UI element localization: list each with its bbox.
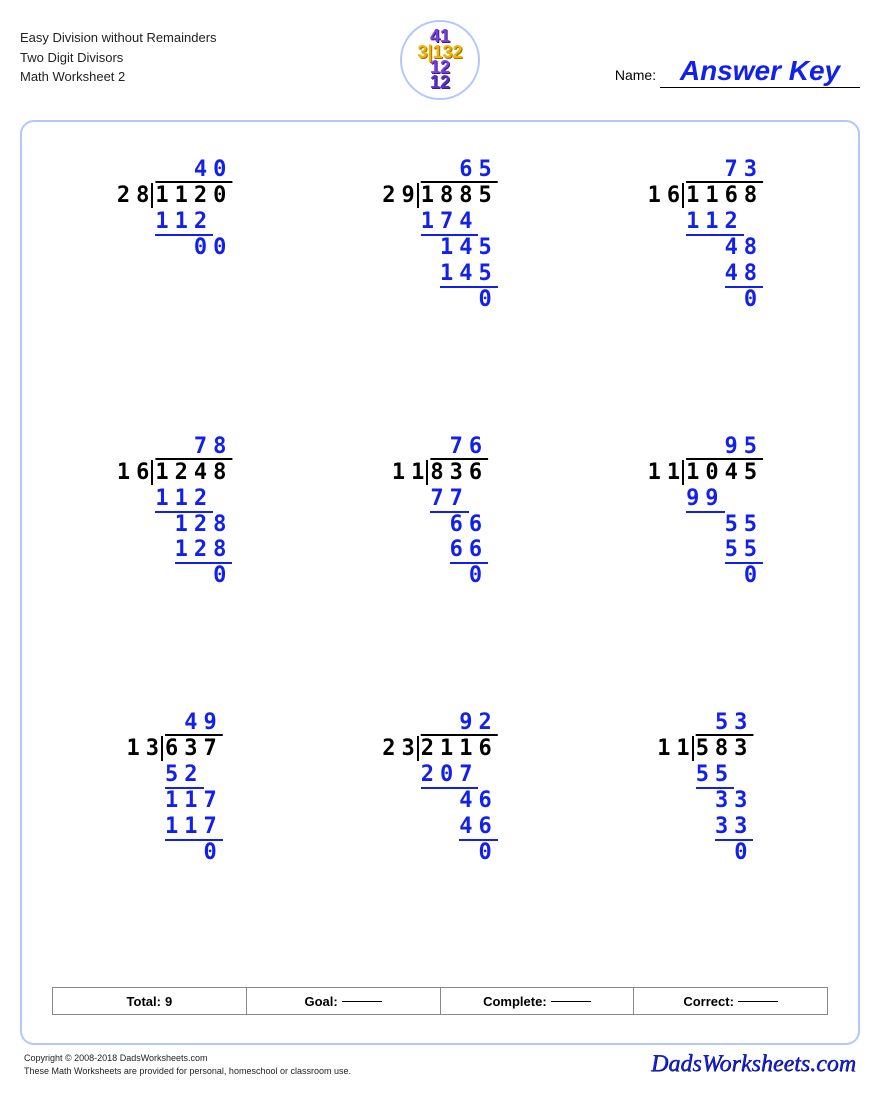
long-division: 4913637 52 117 117 0: [127, 710, 223, 866]
problem-9: 5311583 55 33 33 0: [583, 700, 828, 977]
problem-3: 73161168 112 48 48 0: [583, 147, 828, 424]
long-division: 95111045 99 55 55 0: [648, 434, 764, 590]
title-line-1: Easy Division without Remainders: [20, 28, 217, 48]
title-block: Easy Division without Remainders Two Dig…: [20, 20, 217, 87]
stats-bar: Total: 9 Goal: Complete: Correct:: [52, 987, 828, 1015]
long-division: 5311583 55 33 33 0: [657, 710, 753, 866]
name-field: Name: Answer Key: [615, 20, 860, 88]
problem-6: 95111045 99 55 55 0: [583, 424, 828, 701]
worksheet-badge-icon: 41 3|132 12 12: [400, 20, 480, 100]
long-division: 40281120 112 00: [117, 157, 233, 261]
problem-4: 78161248 112 128 128 0: [52, 424, 297, 701]
answer-key-text: Answer Key: [672, 55, 848, 88]
long-division: 73161168 112 48 48 0: [648, 157, 764, 313]
title-line-3: Math Worksheet 2: [20, 67, 217, 87]
total-cell: Total: 9: [52, 988, 246, 1014]
long-division: 92232116 207 46 46 0: [382, 710, 498, 866]
correct-cell: Correct:: [633, 988, 828, 1014]
problem-1: 40281120 112 00: [52, 147, 297, 424]
complete-cell: Complete:: [440, 988, 634, 1014]
long-division: 65291885 174 145 145 0: [382, 157, 498, 313]
problem-grid: 40281120 112 00 65291885 174 145 145 0 7…: [52, 147, 828, 977]
name-label: Name:: [615, 67, 656, 83]
worksheet-frame: 40281120 112 00 65291885 174 145 145 0 7…: [20, 120, 860, 1045]
problem-7: 4913637 52 117 117 0: [52, 700, 297, 977]
problem-5: 7611836 77 66 66 0: [317, 424, 562, 701]
footnote: Copyright © 2008-2018 DadsWorksheets.com…: [24, 1052, 351, 1077]
worksheet-header: Easy Division without Remainders Two Dig…: [20, 20, 860, 110]
problem-2: 65291885 174 145 145 0: [317, 147, 562, 424]
title-line-2: Two Digit Divisors: [20, 48, 217, 68]
brand-logo: DadsWorksheets.com: [651, 1051, 856, 1078]
long-division: 78161248 112 128 128 0: [117, 434, 233, 590]
goal-cell: Goal:: [246, 988, 440, 1014]
long-division: 7611836 77 66 66 0: [392, 434, 488, 590]
footer: Copyright © 2008-2018 DadsWorksheets.com…: [20, 1051, 860, 1078]
problem-8: 92232116 207 46 46 0: [317, 700, 562, 977]
